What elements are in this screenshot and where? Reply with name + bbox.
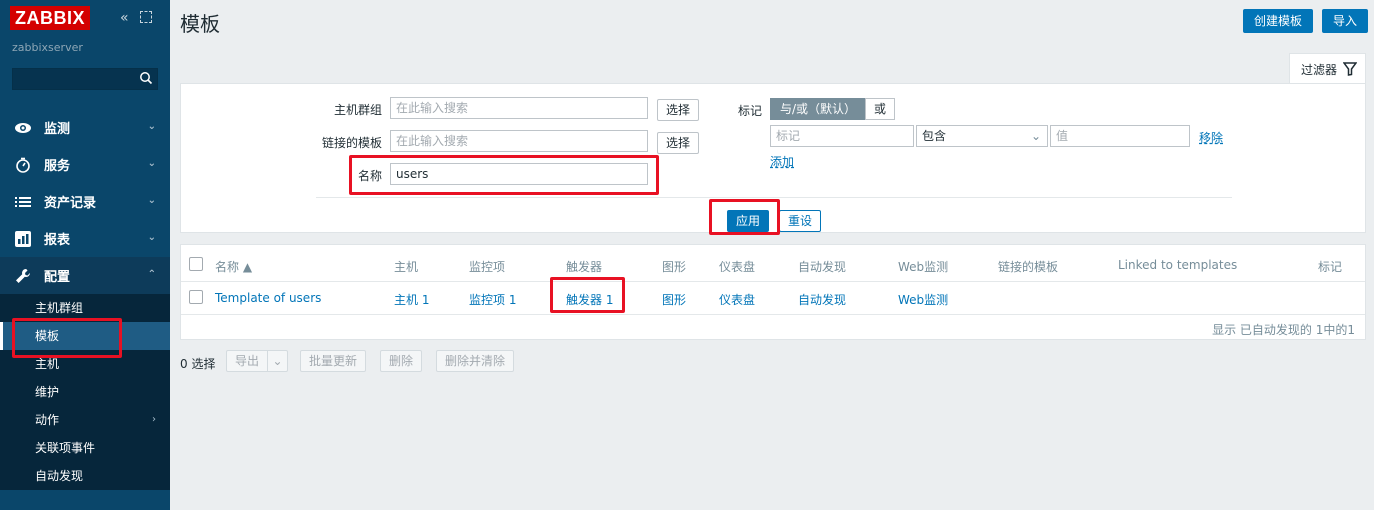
menu-label: 服务 bbox=[44, 159, 71, 174]
col-hosts: 主机 bbox=[394, 260, 419, 274]
delete-button[interactable]: 删除 bbox=[380, 350, 423, 372]
chevron-down-icon: ⌄ bbox=[1030, 129, 1041, 143]
submenu-discovery[interactable]: 自动发现 bbox=[0, 462, 170, 490]
submenu-hosts[interactable]: 主机 bbox=[0, 350, 170, 378]
menu-item-inventory[interactable]: 资产记录 ⌄ bbox=[0, 183, 170, 220]
import-button[interactable]: 导入 bbox=[1322, 9, 1369, 33]
template-name-link[interactable]: Template of users bbox=[215, 291, 321, 305]
export-label: 导出 bbox=[235, 354, 260, 368]
create-template-button[interactable]: 创建模板 bbox=[1243, 9, 1314, 33]
server-name: zabbixserver bbox=[12, 41, 83, 54]
filter-tab[interactable]: 过滤器 bbox=[1289, 53, 1366, 84]
export-button[interactable]: 导出 ⌄ bbox=[226, 350, 289, 372]
chevron-down-icon: ⌄ bbox=[147, 158, 156, 169]
col-tags: 标记 bbox=[1318, 260, 1343, 274]
tag-remove-link[interactable]: 移除 bbox=[1199, 129, 1223, 146]
sidebar: ZABBIX « zabbixserver 监测 ⌄ 服务 ⌄ 资产记录 ⌄ 报… bbox=[0, 0, 170, 510]
tag-operator-select[interactable]: 包含 ⌄ bbox=[916, 125, 1048, 147]
web-link[interactable]: Web监测 bbox=[898, 291, 948, 308]
chart-icon bbox=[14, 230, 32, 248]
tag-value-input[interactable]: 值 bbox=[1050, 125, 1190, 147]
tag-add-link[interactable]: 添加 bbox=[770, 153, 794, 170]
tag-or-toggle[interactable]: 或 bbox=[865, 98, 896, 120]
col-dashboards: 仪表盘 bbox=[719, 260, 756, 274]
delete-clear-button[interactable]: 删除并清除 bbox=[436, 350, 515, 372]
col-discovery: 自动发现 bbox=[798, 260, 847, 274]
main-menu: 监测 ⌄ 服务 ⌄ 资产记录 ⌄ 报表 ⌄ 配置 ⌃ 主机群组 模板 主机 维护 bbox=[0, 109, 170, 490]
submenu-actions-label: 动作 bbox=[35, 413, 60, 427]
menu-label: 监测 bbox=[44, 122, 71, 137]
tag-and-or-toggle[interactable]: 与/或（默认） bbox=[770, 98, 867, 120]
col-triggers: 触发器 bbox=[566, 260, 603, 274]
table-footer: 显示 已自动发现的 1中的1 bbox=[1212, 323, 1355, 337]
dashboards-link[interactable]: 仪表盘 bbox=[719, 291, 755, 308]
menu-label: 资产记录 bbox=[44, 196, 97, 211]
triggers-link[interactable]: 触发器 1 bbox=[566, 291, 613, 308]
apply-button[interactable]: 应用 bbox=[727, 210, 770, 232]
chevron-down-icon: ⌄ bbox=[147, 232, 156, 243]
linked-templates-input[interactable]: 在此输入搜索 bbox=[390, 130, 648, 152]
table-row: Template of users 主机 1 监控项 1 触发器 1 图形 仪表… bbox=[181, 282, 1365, 315]
menu-item-reports[interactable]: 报表 ⌄ bbox=[0, 220, 170, 257]
menu-item-configuration[interactable]: 配置 ⌃ bbox=[0, 257, 170, 294]
name-label: 名称 bbox=[357, 169, 382, 183]
tag-operator-value: 包含 bbox=[922, 129, 947, 143]
search-icon[interactable] bbox=[139, 71, 153, 85]
host-group-label: 主机群组 bbox=[333, 103, 382, 117]
wrench-icon bbox=[14, 267, 32, 285]
col-linked-to-templates: Linked to templates bbox=[1118, 258, 1238, 272]
discovery-link[interactable]: 自动发现 bbox=[798, 291, 846, 308]
logo-row: ZABBIX bbox=[10, 6, 90, 30]
menu-item-services[interactable]: 服务 ⌄ bbox=[0, 146, 170, 183]
submenu-templates[interactable]: 模板 bbox=[0, 322, 170, 350]
clock-icon bbox=[14, 156, 32, 174]
col-web: Web监测 bbox=[898, 260, 949, 274]
mass-update-button[interactable]: 批量更新 bbox=[300, 350, 367, 372]
menu-item-monitoring[interactable]: 监测 ⌄ bbox=[0, 109, 170, 146]
filter-tab-label: 过滤器 bbox=[1300, 62, 1337, 77]
selected-count: 0 选择 bbox=[180, 357, 216, 371]
collapse-sidebar-icon[interactable]: « bbox=[120, 10, 129, 26]
filter-icon bbox=[1343, 62, 1357, 76]
chevron-down-icon: ⌄ bbox=[267, 351, 287, 371]
page-title: 模板 bbox=[180, 12, 220, 36]
submenu-host-groups[interactable]: 主机群组 bbox=[0, 294, 170, 322]
templates-table: 名称 ▲ 主机 监控项 触发器 图形 仪表盘 自动发现 Web监测 链接的模板 … bbox=[180, 244, 1366, 340]
linked-templates-label: 链接的模板 bbox=[321, 136, 382, 150]
kiosk-mode-icon[interactable] bbox=[140, 11, 152, 23]
col-name[interactable]: 名称 ▲ bbox=[215, 258, 252, 275]
reset-button[interactable]: 重设 bbox=[779, 210, 822, 232]
sidebar-search-input[interactable] bbox=[12, 68, 158, 90]
submenu-actions[interactable]: 动作 › bbox=[0, 406, 170, 434]
host-group-input[interactable]: 在此输入搜索 bbox=[390, 97, 648, 119]
graphs-link[interactable]: 图形 bbox=[662, 291, 686, 308]
tag-label: 标记 bbox=[737, 104, 762, 118]
submenu-event-correlation[interactable]: 关联项事件 bbox=[0, 434, 170, 462]
list-icon bbox=[14, 193, 32, 211]
configuration-submenu: 主机群组 模板 主机 维护 动作 › 关联项事件 自动发现 bbox=[0, 294, 170, 490]
menu-label: 报表 bbox=[44, 233, 71, 248]
name-input[interactable]: users bbox=[390, 163, 648, 185]
zabbix-logo[interactable]: ZABBIX bbox=[10, 6, 90, 30]
chevron-down-icon: ⌄ bbox=[147, 195, 156, 206]
col-items: 监控项 bbox=[469, 260, 506, 274]
linked-templates-select-button[interactable]: 选择 bbox=[657, 132, 700, 154]
eye-icon bbox=[14, 119, 32, 137]
col-graphs: 图形 bbox=[662, 260, 687, 274]
filter-divider bbox=[316, 197, 1232, 198]
submenu-maintenance[interactable]: 维护 bbox=[0, 378, 170, 406]
tag-name-input[interactable]: 标记 bbox=[770, 125, 914, 147]
menu-label: 配置 bbox=[44, 270, 71, 285]
hosts-link[interactable]: 主机 1 bbox=[394, 291, 429, 308]
select-all-checkbox[interactable] bbox=[189, 257, 203, 271]
items-link[interactable]: 监控项 1 bbox=[469, 291, 516, 308]
chevron-down-icon: ⌄ bbox=[147, 121, 156, 132]
chevron-up-icon: ⌃ bbox=[147, 269, 156, 280]
table-header: 名称 ▲ 主机 监控项 触发器 图形 仪表盘 自动发现 Web监测 链接的模板 … bbox=[181, 249, 1365, 282]
row-checkbox[interactable] bbox=[189, 290, 203, 304]
chevron-right-icon: › bbox=[152, 414, 156, 425]
host-group-select-button[interactable]: 选择 bbox=[657, 99, 700, 121]
col-linked-templates: 链接的模板 bbox=[998, 260, 1059, 274]
